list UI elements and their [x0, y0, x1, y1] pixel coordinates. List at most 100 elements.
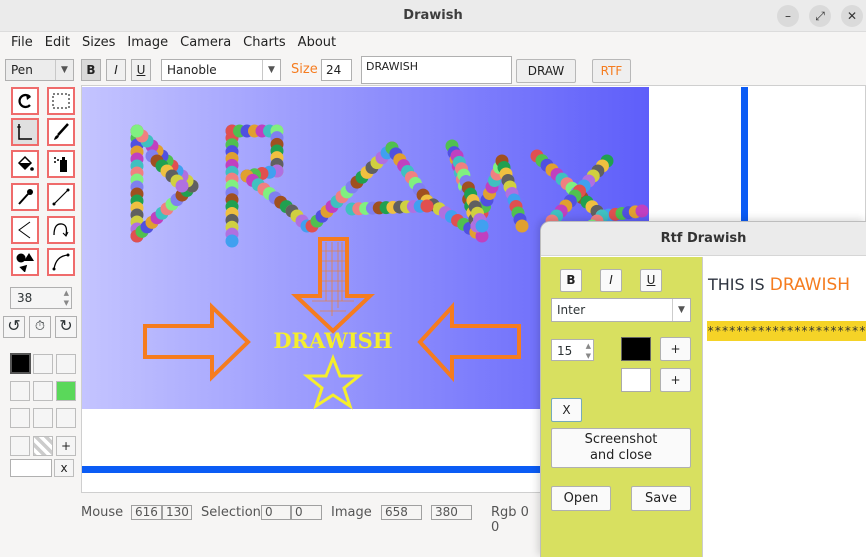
color-swatch-black[interactable] — [10, 353, 31, 374]
redo-tool-icon[interactable] — [11, 87, 39, 115]
color-swatch-empty[interactable] — [33, 354, 53, 374]
rtf-size-value: 15 — [557, 344, 573, 358]
arc-tool-icon[interactable] — [47, 248, 75, 276]
mouse-y-value: 130 — [162, 505, 192, 520]
color-swatch-empty[interactable] — [33, 408, 53, 428]
timer-icon[interactable]: ⏱ — [29, 316, 51, 338]
tool-select-value: Pen — [11, 63, 33, 77]
menu-camera[interactable]: Camera — [174, 33, 237, 50]
spray-tool-icon[interactable] — [47, 150, 75, 178]
rtf-window: Rtf Drawish B I U Inter ▼ 15 ▲ ▼ + + X Sc… — [540, 221, 866, 557]
rect-select-tool-icon[interactable] — [47, 87, 75, 115]
menu-file[interactable]: File — [0, 33, 39, 50]
rtf-bg-color-swatch[interactable] — [621, 368, 651, 392]
text-input[interactable]: DRAWISH — [361, 56, 512, 84]
transparent-swatch-icon[interactable] — [33, 436, 53, 456]
drawish-banner-text: DRAWISH — [273, 328, 392, 353]
title-bar: Drawish – ⤢ ✕ — [0, 0, 866, 32]
rtf-add-text-color-button[interactable]: + — [660, 337, 691, 361]
color-swatch-empty[interactable] — [10, 436, 30, 456]
tool-panel: 38 ▲ ▼ ↺ ⏱ ↻ + x — [0, 85, 80, 495]
color-swatch-empty[interactable] — [56, 354, 76, 374]
color-swatch-green[interactable] — [56, 381, 76, 401]
brush-tool-icon[interactable] — [47, 118, 75, 146]
close-window-button[interactable]: ✕ — [841, 5, 863, 27]
draw-button[interactable]: DRAW — [516, 59, 576, 83]
stroke-width-value: 38 — [17, 291, 33, 305]
screenshot-label-line1: Screenshot — [584, 432, 658, 447]
toolbar: Pen ▼ B I U Hanoble ▼ Size 24 DRAWISH DR… — [0, 55, 866, 85]
rgb-readout: Rgb 0 0 — [491, 505, 529, 535]
menu-image[interactable]: Image — [121, 33, 174, 50]
menu-bar: File Edit Sizes Image Camera Charts About — [0, 33, 866, 55]
rtf-highlighted-stars: **************************** — [707, 321, 866, 341]
window-title: Drawish — [403, 8, 463, 23]
rtf-text-line: THIS IS DRAWISH — [708, 275, 850, 295]
selection-x-value: 0 — [261, 505, 291, 520]
color-swatch-empty[interactable] — [33, 381, 53, 401]
freeform-select-tool-icon[interactable] — [11, 118, 39, 146]
mouse-x-value: 616 — [131, 505, 162, 520]
chevron-down-icon: ▼ — [672, 299, 690, 321]
rtf-underline-button[interactable]: U — [640, 269, 662, 292]
spinner-arrows-icon[interactable]: ▲ ▼ — [64, 288, 69, 308]
rtf-save-button[interactable]: Save — [631, 486, 691, 511]
underline-button[interactable]: U — [131, 59, 151, 81]
color-swatch-empty[interactable] — [56, 408, 76, 428]
minimize-button[interactable]: – — [777, 5, 799, 27]
maximize-button[interactable]: ⤢ — [809, 5, 831, 27]
menu-edit[interactable]: Edit — [39, 33, 76, 50]
rtf-add-bg-color-button[interactable]: + — [660, 368, 691, 392]
add-color-button[interactable]: + — [56, 436, 76, 456]
rtf-clear-button[interactable]: X — [551, 398, 582, 422]
image-height-value: 380 — [431, 505, 472, 520]
stroke-width-spinner[interactable]: 38 ▲ ▼ — [10, 287, 72, 309]
image-label: Image — [331, 505, 372, 520]
rotate-left-icon[interactable]: ↺ — [3, 316, 25, 338]
eyedropper-tool-icon[interactable] — [11, 183, 39, 211]
rtf-text-color-swatch[interactable] — [621, 337, 651, 361]
rtf-size-spinner[interactable]: 15 ▲ ▼ — [551, 339, 594, 361]
clear-color-button[interactable]: x — [54, 459, 74, 477]
screenshot-and-close-button[interactable]: Screenshot and close — [551, 428, 691, 468]
selection-y-value: 0 — [291, 505, 322, 520]
rtf-open-button[interactable]: Open — [551, 486, 611, 511]
size-label: Size — [291, 62, 318, 77]
mouse-label: Mouse — [81, 505, 124, 520]
chevron-down-icon: ▼ — [262, 60, 280, 80]
tool-select[interactable]: Pen ▼ — [5, 59, 74, 81]
bold-button[interactable]: B — [81, 59, 101, 81]
line-tool-icon[interactable] — [47, 183, 75, 211]
rotate-right-icon[interactable]: ↻ — [55, 316, 77, 338]
blue-horizontal-line — [82, 466, 552, 473]
chevron-down-icon: ▼ — [55, 60, 73, 80]
menu-about[interactable]: About — [292, 33, 342, 50]
rtf-bold-button[interactable]: B — [560, 269, 582, 292]
color-input[interactable] — [10, 459, 52, 477]
rtf-italic-button[interactable]: I — [600, 269, 622, 292]
fill-bucket-tool-icon[interactable] — [11, 150, 39, 178]
rtf-button[interactable]: RTF — [592, 59, 631, 83]
status-bar: Mouse 616 130 Selection 0 0 Image 658 38… — [0, 495, 540, 535]
rtf-font-value: Inter — [557, 303, 586, 317]
color-swatch-empty[interactable] — [10, 408, 30, 428]
font-select[interactable]: Hanoble ▼ — [161, 59, 281, 81]
rtf-controls-panel: B I U Inter ▼ 15 ▲ ▼ + + X Screenshot and… — [541, 257, 702, 557]
font-select-value: Hanoble — [167, 63, 217, 77]
rtf-text-highlight: DRAWISH — [769, 275, 851, 295]
angle-tool-icon[interactable] — [11, 216, 39, 244]
rtf-text-area[interactable]: THIS IS DRAWISH ************************… — [702, 257, 866, 557]
rtf-window-title: Rtf Drawish — [541, 222, 866, 256]
size-input[interactable]: 24 — [321, 59, 352, 81]
menu-charts[interactable]: Charts — [237, 33, 292, 50]
selection-label: Selection — [201, 505, 261, 520]
spinner-arrows-icon[interactable]: ▲ ▼ — [586, 341, 591, 361]
rtf-font-select[interactable]: Inter ▼ — [551, 298, 691, 322]
image-width-value: 658 — [381, 505, 422, 520]
curve-tool-icon[interactable] — [47, 216, 75, 244]
rtf-text-prefix: THIS IS — [708, 275, 770, 294]
color-swatch-empty[interactable] — [10, 381, 30, 401]
shapes-tool-icon[interactable] — [11, 248, 39, 276]
italic-button[interactable]: I — [106, 59, 126, 81]
menu-sizes[interactable]: Sizes — [76, 33, 121, 50]
